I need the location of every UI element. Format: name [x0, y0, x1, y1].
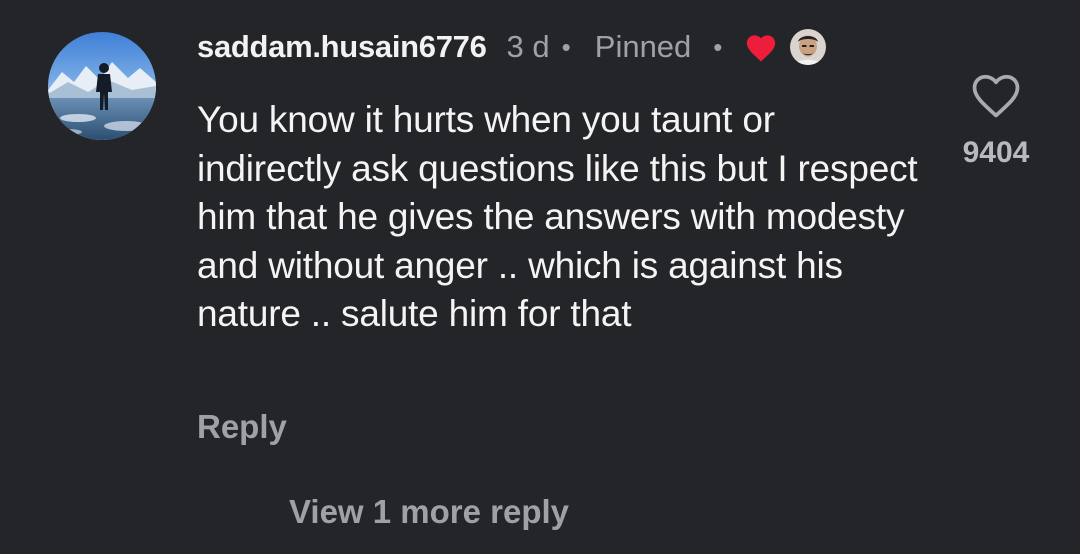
avatar-image: [48, 32, 156, 140]
comment-header: saddam.husain6776 3 d • Pinned •: [197, 27, 827, 67]
creator-avatar: [790, 29, 827, 65]
timestamp: 3 d: [506, 29, 550, 64]
comment-text: You know it hurts when you taunt or indi…: [197, 99, 918, 335]
username-link[interactable]: saddam.husain6776: [197, 29, 487, 65]
like-count: 9404: [962, 136, 1030, 169]
heart-filled-icon: [744, 31, 778, 63]
view-more-replies-button[interactable]: View 1 more reply: [289, 493, 569, 531]
comment-item: saddam.husain6776 3 d • Pinned • You kno…: [0, 0, 1080, 554]
separator-dot: •: [713, 31, 723, 62]
heart-outline-icon[interactable]: [968, 68, 1024, 120]
reply-button[interactable]: Reply: [197, 408, 287, 446]
separator-dot: •: [561, 31, 571, 62]
user-avatar[interactable]: [48, 32, 156, 140]
pinned-label: Pinned: [594, 29, 692, 64]
